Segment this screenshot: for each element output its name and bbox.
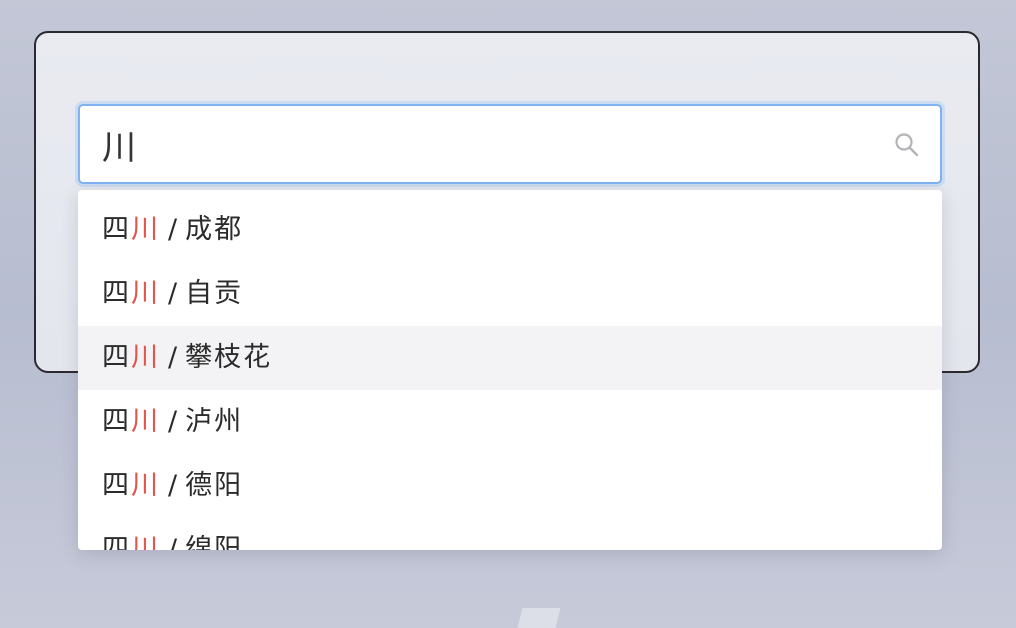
suggestion-city: 成都 (185, 214, 244, 245)
suggestion-separator: / (168, 406, 180, 437)
search-field[interactable] (78, 104, 942, 184)
suggestion-dropdown: 四川 / 成都 四川 / 自贡 四川 / 攀枝花 四川 / 泸州 四川 / 德阳 四川 / 绵阳 (78, 190, 942, 550)
search-input[interactable] (102, 118, 862, 170)
suggestion-separator: / (168, 214, 180, 245)
suggestion-item[interactable]: 四川 / 攀枝花 (78, 326, 942, 390)
suggestion-prefix: 四 (102, 406, 131, 437)
suggestion-city: 攀枝花 (185, 342, 273, 373)
suggestion-prefix: 四 (102, 534, 131, 550)
search-icon[interactable] (894, 132, 920, 158)
suggestion-item[interactable]: 四川 / 自贡 (78, 262, 942, 326)
suggestion-separator: / (168, 342, 180, 373)
suggestion-item[interactable]: 四川 / 绵阳 (78, 518, 942, 550)
suggestion-item[interactable]: 四川 / 泸州 (78, 390, 942, 454)
suggestion-item[interactable]: 四川 / 德阳 (78, 454, 942, 518)
suggestion-match-highlight: 川 (131, 406, 160, 437)
suggestion-item[interactable]: 四川 / 成都 (78, 198, 942, 262)
suggestion-prefix: 四 (102, 214, 131, 245)
suggestion-city: 泸州 (185, 406, 244, 437)
suggestion-city: 自贡 (185, 278, 244, 309)
suggestion-prefix: 四 (102, 278, 131, 309)
suggestion-city: 绵阳 (185, 534, 244, 550)
suggestion-match-highlight: 川 (131, 534, 160, 550)
suggestion-separator: / (168, 278, 180, 309)
suggestion-match-highlight: 川 (131, 342, 160, 373)
background-decoration (517, 608, 561, 628)
suggestion-city: 德阳 (185, 470, 244, 501)
suggestion-match-highlight: 川 (131, 470, 160, 501)
suggestion-match-highlight: 川 (131, 278, 160, 309)
suggestion-prefix: 四 (102, 342, 131, 373)
suggestion-prefix: 四 (102, 470, 131, 501)
suggestion-separator: / (168, 534, 180, 550)
suggestion-separator: / (168, 470, 180, 501)
suggestion-match-highlight: 川 (131, 214, 160, 245)
suggestion-list: 四川 / 成都 四川 / 自贡 四川 / 攀枝花 四川 / 泸州 四川 / 德阳 四川 / 绵阳 (78, 190, 942, 550)
